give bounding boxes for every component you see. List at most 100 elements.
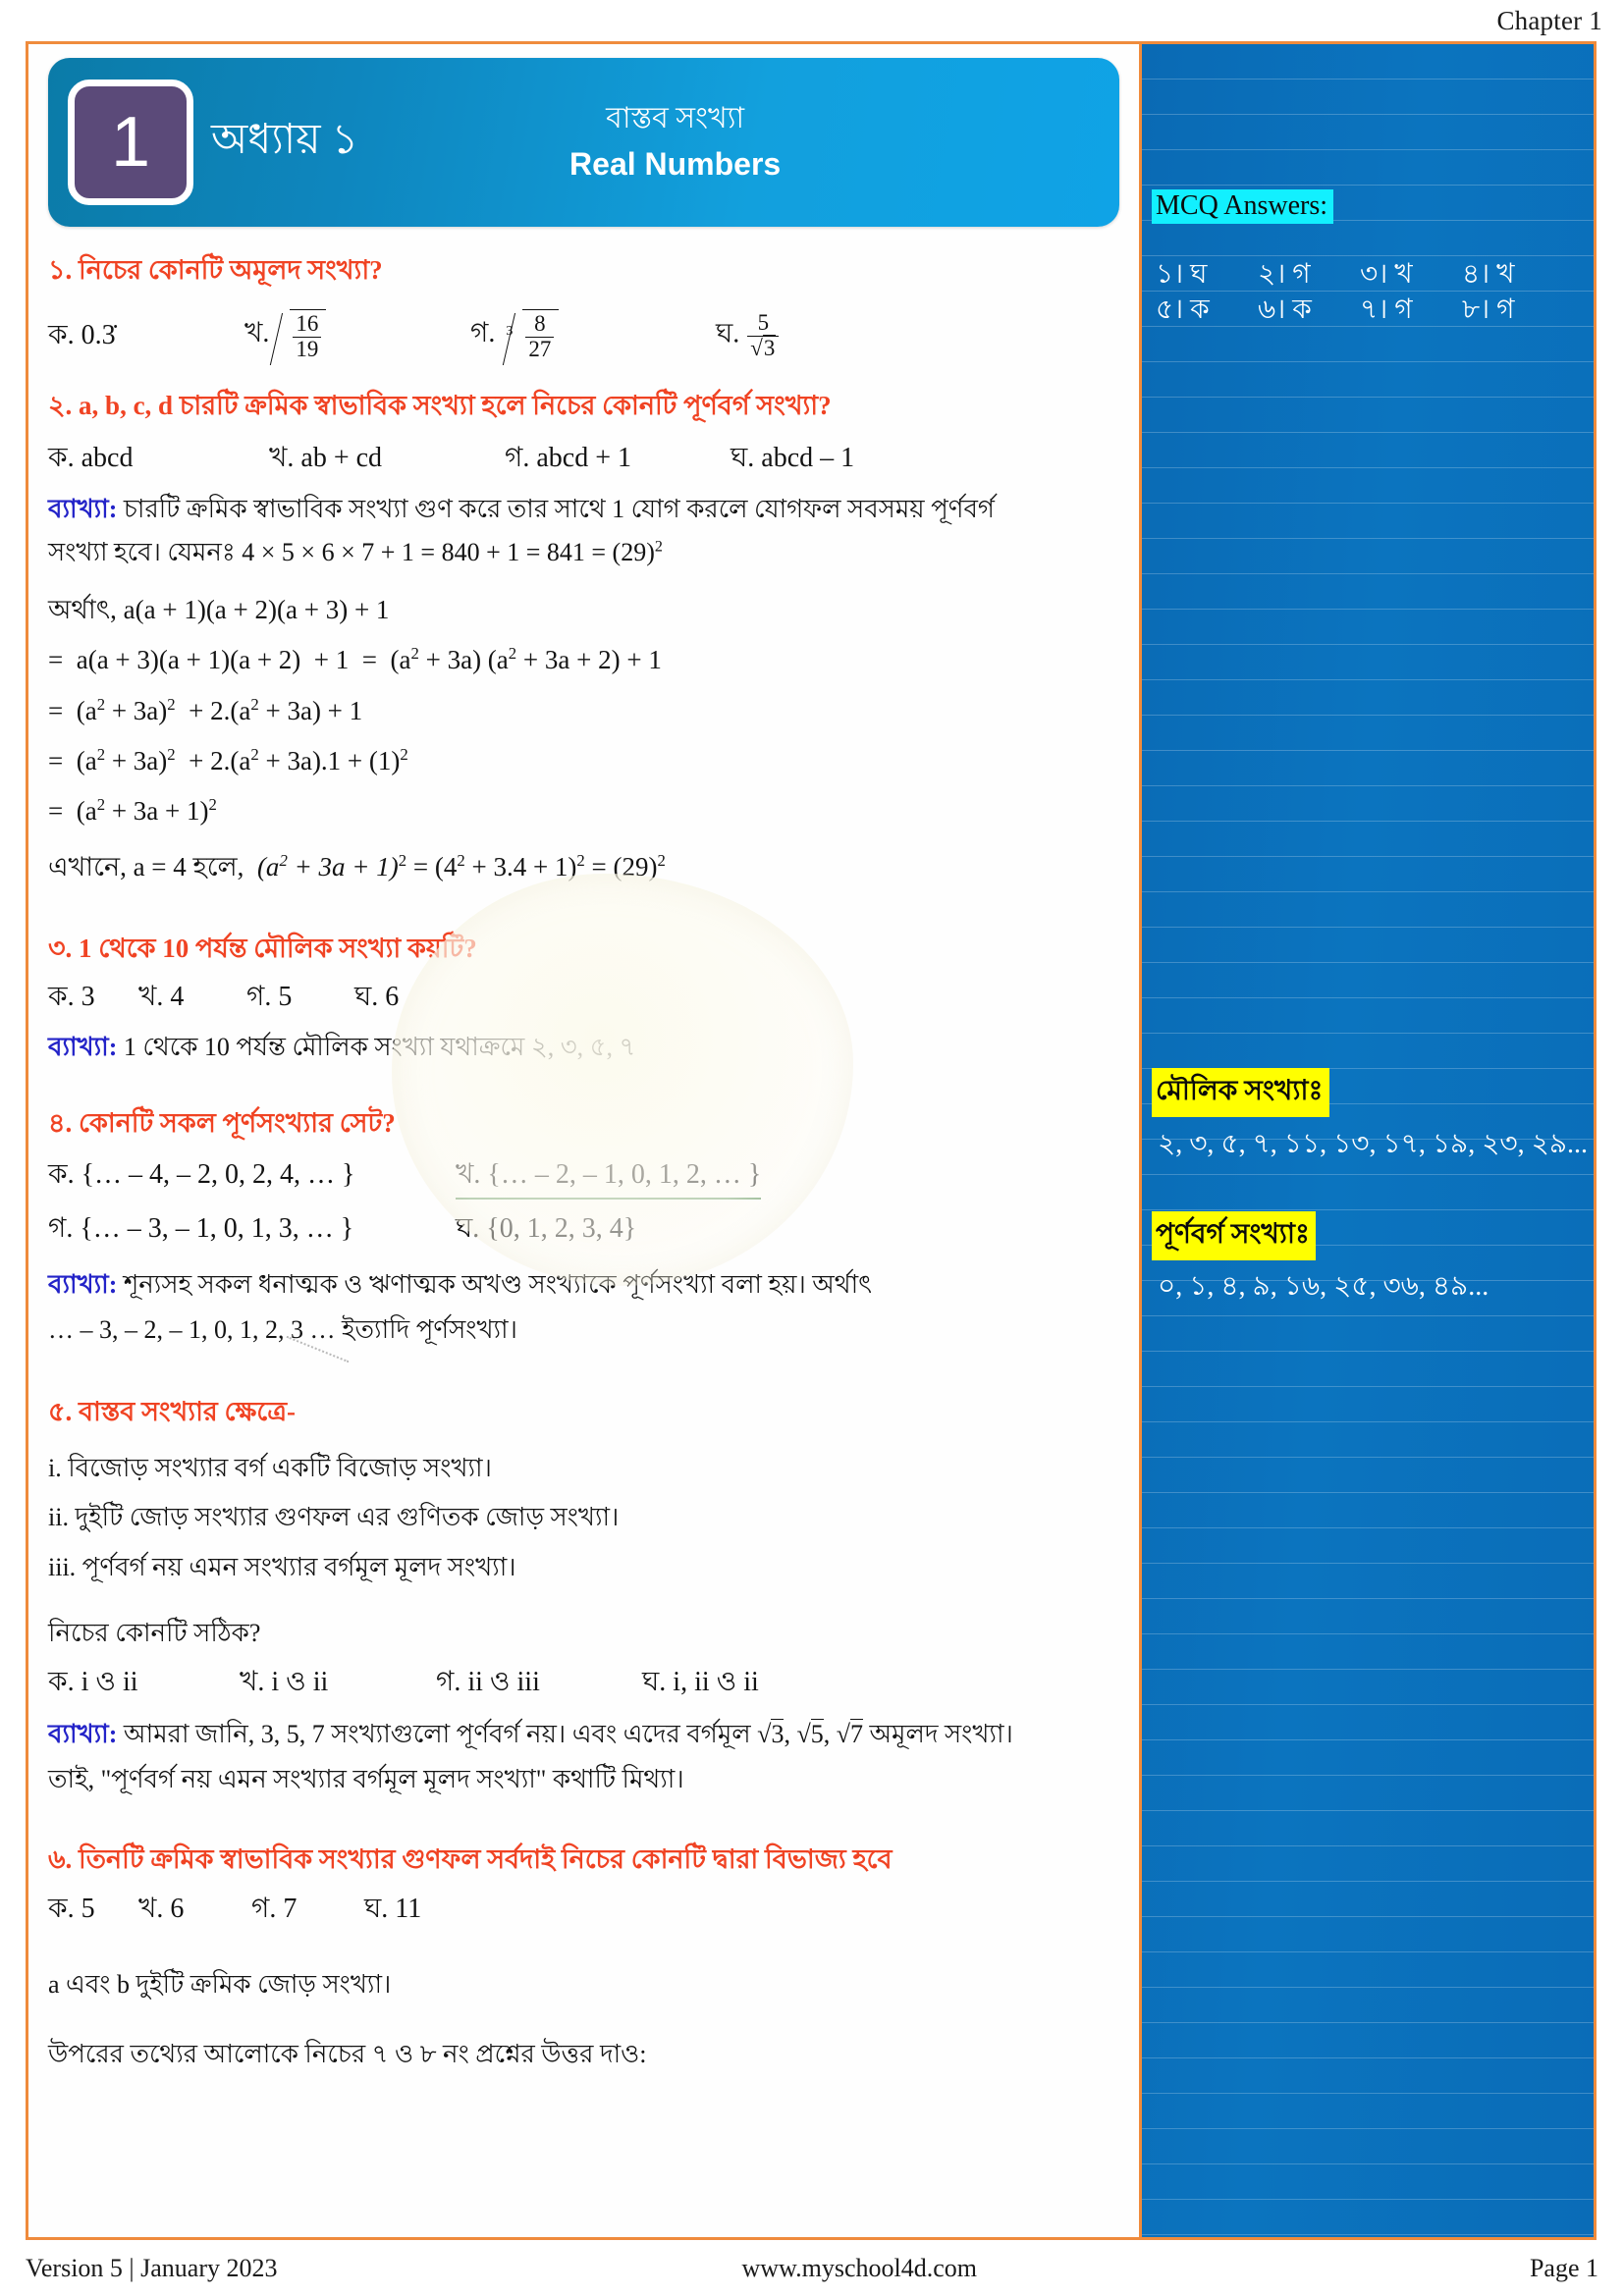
question-5-explanation-1: ব্যাখ্যা: আমরা জানি, 3, 5, 7 সংখ্যাগুলো … [48, 1714, 1119, 1755]
derivation-line-4: = (a2 + 3a + 1)2 [48, 795, 217, 827]
question-4-explanation-1: ব্যাখ্যা: শূন্যসহ সকল ধনাত্মক ও ঋণাত্মক … [48, 1264, 1119, 1306]
question-1-title: ১. নিচের কোনটি অমূলদ সংখ্যা? [48, 252, 1119, 288]
q4-option-ka[interactable]: ক. {… – 4, – 2, 0, 2, 4, … } [48, 1155, 456, 1200]
q2-option-gha[interactable]: ঘ. abcd – 1 [731, 441, 854, 476]
perfect-squares-values: ০, ১, ৪, ৯, ১৬, ২৫, ৩৬, ৪৯... [1158, 1271, 1489, 1302]
question-6: ৬. তিনটি ক্রমিক স্বাভাবিক সংখ্যার গুণফল … [48, 1842, 1119, 1927]
question-1: ১. নিচের কোনটি অমূলদ সংখ্যা? ক. 0.3̇ খ. … [48, 252, 1119, 362]
question-2-explanation: ব্যাখ্যা: চারটি ক্রমিক স্বাভাবিক সংখ্যা … [48, 489, 1119, 530]
question-2-title: ২. a, b, c, d চারটি ক্রমিক স্বাভাবিক সংখ… [48, 388, 1119, 423]
derivation-line-0-math: a(a + 1)(a + 2)(a + 3) + 1 [123, 595, 390, 625]
banner-titles: বাস্তব সংখ্যা Real Numbers [358, 97, 1119, 187]
question-6-title: ৬. তিনটি ক্রমিক স্বাভাবিক সংখ্যার গুণফল … [48, 1844, 893, 1875]
option-ka[interactable]: ক. 0.3̇ [48, 318, 244, 353]
question-4-title: ৪. কোনটি সকল পূর্ণসংখ্যার সেট? [48, 1108, 396, 1139]
explanation-line-1b: √3, √5, √7 অমূলদ সংখ্যা। [757, 1718, 1013, 1748]
chapter-number-badge: 1 [68, 80, 193, 205]
explanation-label: ব্যাখ্যা: [48, 1719, 118, 1748]
q2-option-ka[interactable]: ক. abcd [48, 441, 269, 476]
question-5: ৫. বাস্তব সংখ্যার ক্ষেত্রে- i. বিজোড় সং… [48, 1394, 1119, 1800]
question-3-title: ৩. 1 থেকে 10 পর্যন্ত মৌলিক সংখ্যা কয়টি? [48, 933, 477, 963]
question-5-explanation-2: তাই, "পূর্ণবর্গ নয় এমন সংখ্যার বর্গমূল … [48, 1765, 684, 1794]
question-2-text: চারটি ক্রমিক স্বাভাবিক সংখ্যা হলে নিচের … [179, 391, 832, 420]
banner-title-en: Real Numbers [569, 145, 782, 182]
explanation-line-2-math: 4 × 5 × 6 × 7 + 1 = 840 + 1 = 841 = (29)… [242, 537, 663, 566]
derivation-line-5-prefix: এখানে, a = 4 হলে, [48, 852, 244, 882]
question-6-options: ক. 5 খ. 6 গ. 7 ঘ. 11 [48, 1892, 1119, 1927]
q3-option-kha[interactable]: খ. 4 [138, 980, 246, 1015]
explanation-line-1: চারটি ক্রমিক স্বাভাবিক সংখ্যা গুণ করে তা… [123, 494, 995, 523]
derivation-line-0: অর্থাৎ, a(a + 1)(a + 2)(a + 3) + 1 [48, 587, 1119, 633]
chapter-banner: 1 অধ্যায় ১ বাস্তব সংখ্যা Real Numbers [48, 58, 1119, 227]
q5-option-ga[interactable]: গ. ii ও iii [436, 1665, 642, 1700]
perfect-squares-heading: পূর্ণবর্গ সংখ্যাঃ [1152, 1211, 1316, 1260]
question-4-options-row-2: গ. {… – 3, – 1, 0, 1, 3, … } ঘ. {0, 1, 2… [48, 1209, 1119, 1250]
question-2-options: ক. abcd খ. ab + cd গ. abcd + 1 ঘ. abcd –… [48, 441, 1119, 476]
question-3-options: ক. 3 খ. 4 গ. 5 ঘ. 6 [48, 980, 1119, 1015]
q4-option-gha[interactable]: ঘ. {0, 1, 2, 3, 4} [456, 1209, 636, 1250]
question-2: ২. a, b, c, d চারটি ক্রমিক স্বাভাবিক সংখ… [48, 388, 1119, 891]
footer-website[interactable]: www.myschool4d.com [278, 2254, 1530, 2283]
q3-option-ka[interactable]: ক. 3 [48, 980, 138, 1015]
q5-prompt: নিচের কোনটি সঠিক? [48, 1618, 261, 1647]
answer-7: ৭। গ [1360, 294, 1413, 325]
fraction-5-over-root3: 5 √3 [747, 310, 780, 361]
question-5-options: ক. i ও ii খ. i ও ii গ. ii ও iii ঘ. i, ii… [48, 1665, 1119, 1700]
explanation-label: ব্যাখ্যা: [48, 1033, 118, 1062]
stem-line-2: উপরের তথ্যের আলোকে নিচের ৭ ও ৮ নং প্রশ্ন… [48, 2039, 647, 2068]
explanation-line-1a: আমরা জানি, 3, 5, 7 সংখ্যাগুলো পূর্ণবর্গ … [123, 1719, 751, 1748]
prime-heading-wrap: মৌলিক সংখ্যাঃ [1152, 1068, 1329, 1117]
question-5-title: ৫. বাস্তব সংখ্যার ক্ষেত্রে- [48, 1397, 297, 1427]
mcq-answers-row-2: ৫। ক ৬। ক ৭। গ ৮। গ [1152, 288, 1564, 334]
derivation-line-3: = (a2 + 3a)2 + 2.(a2 + 3a).1 + (1)2 [48, 744, 408, 775]
explanation-text: 1 থেকে 10 পর্যন্ত মৌলিক সংখ্যা যথাক্রমে … [123, 1033, 636, 1062]
q5-statement-iii: iii. পূর্ণবর্গ নয় এমন সংখ্যার বর্গমূল ম… [48, 1553, 516, 1582]
question-2-explanation-2: সংখ্যা হবে। যেমনঃ 4 × 5 × 6 × 7 + 1 = 84… [48, 532, 1119, 573]
q6-option-ga[interactable]: গ. 7 [251, 1892, 364, 1927]
chapter-header-label: Chapter 1 [1496, 6, 1602, 35]
q5-option-kha[interactable]: খ. i ও ii [240, 1665, 436, 1700]
derivation-line-0-prefix: অর্থাৎ, [48, 595, 117, 625]
q3-option-gha[interactable]: ঘ. 6 [354, 980, 399, 1015]
explanation-line-1: শূন্যসহ সকল ধনাত্মক ও ঋণাত্মক অখণ্ড সংখ্… [123, 1270, 873, 1300]
square-heading-wrap: পূর্ণবর্গ সংখ্যাঃ [1152, 1211, 1316, 1260]
explanation-label: ব্যাখ্যা: [48, 494, 118, 523]
stem-line-1: a এবং b দুইটি ক্রমিক জোড় সংখ্যা। [48, 1969, 392, 1999]
q4-option-kha[interactable]: খ. {… – 2, – 1, 0, 1, 2, … } [456, 1155, 762, 1200]
question-1-options: ক. 0.3̇ খ. 16 19 গ. 3 8 27 ঘ. 5 √3 [48, 309, 1119, 362]
option-gha[interactable]: ঘ. 5 √3 [716, 310, 780, 361]
mcq-answers-heading: MCQ Answers: [1152, 189, 1334, 224]
q5-statement-i: i. বিজোড় সংখ্যার বর্গ একটি বিজোড় সংখ্য… [48, 1453, 492, 1482]
q6-option-kha[interactable]: খ. 6 [138, 1892, 251, 1927]
page-footer: Version 5 | January 2023 www.myschool4d.… [26, 2254, 1598, 2283]
q5-option-gha[interactable]: ঘ. i, ii ও ii [642, 1665, 759, 1700]
option-kha[interactable]: খ. 16 19 [244, 309, 470, 362]
q5-statement-ii: ii. দুইটি জোড় সংখ্যার গুণফল এর গুণিতক জ… [48, 1503, 620, 1532]
question-1-number: ১. [48, 255, 73, 285]
explanation-line-2-prefix: সংখ্যা হবে। যেমনঃ [48, 537, 236, 566]
q5-option-ka[interactable]: ক. i ও ii [48, 1665, 240, 1700]
explanation-label: ব্যাখ্যা: [48, 1270, 118, 1300]
banner-title-bn: বাস্তব সংখ্যা [606, 102, 745, 135]
question-2-prefix: ২. a, b, c, d [48, 391, 174, 420]
question-1-text: নিচের কোনটি অমূলদ সংখ্যা? [79, 255, 383, 285]
q4-option-ga[interactable]: গ. {… – 3, – 1, 0, 1, 3, … } [48, 1209, 456, 1250]
footer-version: Version 5 | January 2023 [26, 2254, 278, 2282]
option-ga[interactable]: গ. 3 8 27 [470, 309, 716, 362]
q6-option-gha[interactable]: ঘ. 11 [364, 1892, 421, 1927]
q6-option-ka[interactable]: ক. 5 [48, 1892, 138, 1927]
q2-option-kha[interactable]: খ. ab + cd [269, 441, 505, 476]
question-4-options-row-1: ক. {… – 4, – 2, 0, 2, 4, … } খ. {… – 2, … [48, 1155, 1119, 1200]
mcq-answers-heading-wrap: MCQ Answers: [1152, 189, 1334, 224]
answer-6: ৬। ক [1258, 294, 1312, 325]
footer-page-number: Page 1 [1529, 2254, 1598, 2282]
answer-8: ৮। গ [1462, 294, 1515, 325]
q2-option-ga[interactable]: গ. abcd + 1 [505, 441, 731, 476]
prime-numbers-values: ২, ৩, ৫, ৭, ১১, ১৩, ১৭, ১৯, ২৩, ২৯... [1158, 1129, 1588, 1159]
derivation-line-1: = a(a + 3)(a + 1)(a + 2) + 1 = (a2 + 3a)… [48, 644, 662, 675]
question-4-explanation-2: … – 3, – 2, – 1, 0, 1, 2, 3 … ইত্যাদি পূ… [48, 1315, 517, 1345]
q3-option-ga[interactable]: গ. 5 [246, 980, 354, 1015]
question-4: ৪. কোনটি সকল পূর্ণসংখ্যার সেট? ক. {… – 4… [48, 1105, 1119, 1351]
answer-5: ৫। ক [1156, 294, 1210, 325]
chapter-label-bn: অধ্যায় ১ [211, 116, 359, 163]
